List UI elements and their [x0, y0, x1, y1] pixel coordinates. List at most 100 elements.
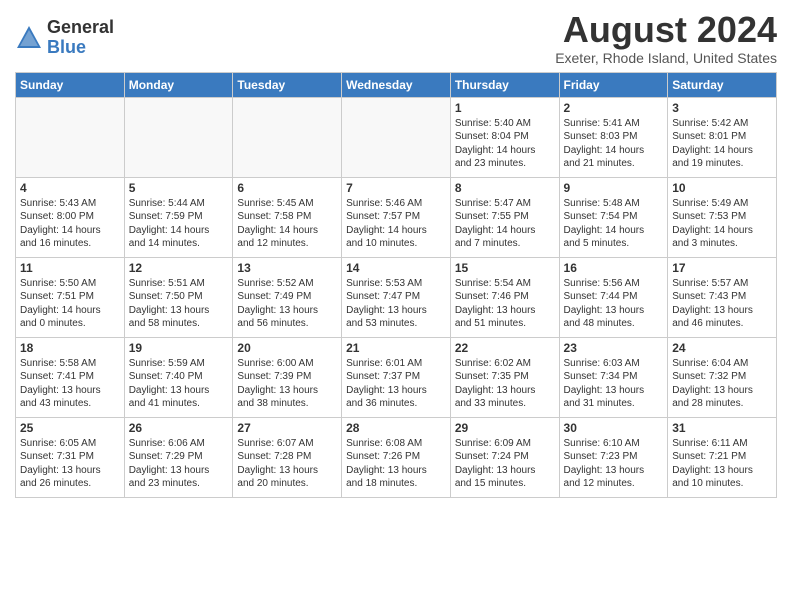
calendar-body: 1 Sunrise: 5:40 AM Sunset: 8:04 PM Daylig… — [16, 97, 777, 497]
cell-content: Sunrise: 5:43 AM Sunset: 8:00 PM Dayligh… — [20, 197, 120, 251]
calendar-cell: 18 Sunrise: 5:58 AM Sunset: 7:41 PM Dayli… — [16, 337, 125, 417]
calendar-cell: 10 Sunrise: 5:49 AM Sunset: 7:53 PM Dayli… — [668, 177, 777, 257]
calendar-cell: 12Sunrise: 5:51 AM Sunset: 7:50 PM Dayli… — [124, 257, 233, 337]
day-number: 26 — [129, 421, 229, 435]
cell-content: Sunrise: 6:00 AM Sunset: 7:39 PM Dayligh… — [237, 357, 337, 411]
day-number: 11 — [20, 261, 120, 275]
day-header-saturday: Saturday — [668, 72, 777, 97]
day-number: 7 — [346, 181, 446, 195]
calendar-cell: 30Sunrise: 6:10 AM Sunset: 7:23 PM Dayli… — [559, 417, 668, 497]
cell-content: Sunrise: 5:58 AM Sunset: 7:41 PM Dayligh… — [20, 357, 120, 411]
week-row-2: 11 Sunrise: 5:50 AM Sunset: 7:51 PM Dayli… — [16, 257, 777, 337]
day-header-tuesday: Tuesday — [233, 72, 342, 97]
calendar-cell: 27 Sunrise: 6:07 AM Sunset: 7:28 PM Dayli… — [233, 417, 342, 497]
calendar-cell: 2 Sunrise: 5:41 AM Sunset: 8:03 PM Daylig… — [559, 97, 668, 177]
cell-content: Sunrise: 6:10 AM Sunset: 7:23 PM Dayligh… — [564, 437, 664, 491]
day-number: 15 — [455, 261, 555, 275]
calendar-header: SundayMondayTuesdayWednesdayThursdayFrid… — [16, 72, 777, 97]
cell-content: Sunrise: 6:05 AM Sunset: 7:31 PM Dayligh… — [20, 437, 120, 491]
day-number: 17 — [672, 261, 772, 275]
calendar-cell: 26 Sunrise: 6:06 AM Sunset: 7:29 PM Dayli… — [124, 417, 233, 497]
calendar-cell: 17 Sunrise: 5:57 AM Sunset: 7:43 PM Dayli… — [668, 257, 777, 337]
calendar-cell: 13 Sunrise: 5:52 AM Sunset: 7:49 PM Dayli… — [233, 257, 342, 337]
cell-content: Sunrise: 5:40 AM Sunset: 8:04 PM Dayligh… — [455, 117, 555, 171]
logo-icon — [15, 24, 43, 52]
day-number: 9 — [564, 181, 664, 195]
day-number: 10 — [672, 181, 772, 195]
cell-content: Sunrise: 5:51 AM Sunset: 7:50 PM Dayligh… — [129, 277, 229, 331]
day-number: 18 — [20, 341, 120, 355]
title-area: August 2024 Exeter, Rhode Island, United… — [555, 10, 777, 66]
cell-content: Sunrise: 5:53 AM Sunset: 7:47 PM Dayligh… — [346, 277, 446, 331]
cell-content: Sunrise: 5:46 AM Sunset: 7:57 PM Dayligh… — [346, 197, 446, 251]
cell-content: Sunrise: 5:47 AM Sunset: 7:55 PM Dayligh… — [455, 197, 555, 251]
calendar-cell: 8 Sunrise: 5:47 AM Sunset: 7:55 PM Daylig… — [450, 177, 559, 257]
calendar-cell: 28Sunrise: 6:08 AM Sunset: 7:26 PM Dayli… — [342, 417, 451, 497]
calendar-cell: 24 Sunrise: 6:04 AM Sunset: 7:32 PM Dayli… — [668, 337, 777, 417]
day-number: 21 — [346, 341, 446, 355]
day-number: 27 — [237, 421, 337, 435]
cell-content: Sunrise: 5:42 AM Sunset: 8:01 PM Dayligh… — [672, 117, 772, 171]
calendar-cell — [233, 97, 342, 177]
calendar-cell: 16 Sunrise: 5:56 AM Sunset: 7:44 PM Dayli… — [559, 257, 668, 337]
day-number: 13 — [237, 261, 337, 275]
calendar-cell: 3 Sunrise: 5:42 AM Sunset: 8:01 PM Daylig… — [668, 97, 777, 177]
logo-general-text: General — [47, 17, 114, 37]
week-row-0: 1 Sunrise: 5:40 AM Sunset: 8:04 PM Daylig… — [16, 97, 777, 177]
day-number: 3 — [672, 101, 772, 115]
cell-content: Sunrise: 6:02 AM Sunset: 7:35 PM Dayligh… — [455, 357, 555, 411]
cell-content: Sunrise: 6:01 AM Sunset: 7:37 PM Dayligh… — [346, 357, 446, 411]
day-number: 1 — [455, 101, 555, 115]
cell-content: Sunrise: 6:03 AM Sunset: 7:34 PM Dayligh… — [564, 357, 664, 411]
day-number: 16 — [564, 261, 664, 275]
cell-content: Sunrise: 6:06 AM Sunset: 7:29 PM Dayligh… — [129, 437, 229, 491]
day-number: 14 — [346, 261, 446, 275]
calendar-cell: 1 Sunrise: 5:40 AM Sunset: 8:04 PM Daylig… — [450, 97, 559, 177]
location: Exeter, Rhode Island, United States — [555, 50, 777, 66]
day-number: 5 — [129, 181, 229, 195]
day-number: 29 — [455, 421, 555, 435]
cell-content: Sunrise: 5:44 AM Sunset: 7:59 PM Dayligh… — [129, 197, 229, 251]
day-number: 2 — [564, 101, 664, 115]
day-number: 24 — [672, 341, 772, 355]
logo-blue-text: Blue — [47, 37, 86, 57]
cell-content: Sunrise: 5:49 AM Sunset: 7:53 PM Dayligh… — [672, 197, 772, 251]
cell-content: Sunrise: 5:41 AM Sunset: 8:03 PM Dayligh… — [564, 117, 664, 171]
day-number: 31 — [672, 421, 772, 435]
calendar-cell: 15Sunrise: 5:54 AM Sunset: 7:46 PM Dayli… — [450, 257, 559, 337]
calendar-cell: 20Sunrise: 6:00 AM Sunset: 7:39 PM Dayli… — [233, 337, 342, 417]
calendar-cell: 31 Sunrise: 6:11 AM Sunset: 7:21 PM Dayli… — [668, 417, 777, 497]
week-row-4: 25 Sunrise: 6:05 AM Sunset: 7:31 PM Dayli… — [16, 417, 777, 497]
day-header-sunday: Sunday — [16, 72, 125, 97]
calendar-cell: 29 Sunrise: 6:09 AM Sunset: 7:24 PM Dayli… — [450, 417, 559, 497]
month-title: August 2024 — [555, 10, 777, 50]
week-row-1: 4Sunrise: 5:43 AM Sunset: 8:00 PM Daylig… — [16, 177, 777, 257]
day-number: 22 — [455, 341, 555, 355]
cell-content: Sunrise: 5:56 AM Sunset: 7:44 PM Dayligh… — [564, 277, 664, 331]
cell-content: Sunrise: 6:09 AM Sunset: 7:24 PM Dayligh… — [455, 437, 555, 491]
cell-content: Sunrise: 6:04 AM Sunset: 7:32 PM Dayligh… — [672, 357, 772, 411]
calendar-cell: 11 Sunrise: 5:50 AM Sunset: 7:51 PM Dayli… — [16, 257, 125, 337]
cell-content: Sunrise: 6:08 AM Sunset: 7:26 PM Dayligh… — [346, 437, 446, 491]
cell-content: Sunrise: 5:48 AM Sunset: 7:54 PM Dayligh… — [564, 197, 664, 251]
cell-content: Sunrise: 5:57 AM Sunset: 7:43 PM Dayligh… — [672, 277, 772, 331]
cell-content: Sunrise: 5:52 AM Sunset: 7:49 PM Dayligh… — [237, 277, 337, 331]
calendar-cell: 21 Sunrise: 6:01 AM Sunset: 7:37 PM Dayli… — [342, 337, 451, 417]
day-number: 8 — [455, 181, 555, 195]
calendar-cell: 4Sunrise: 5:43 AM Sunset: 8:00 PM Daylig… — [16, 177, 125, 257]
calendar-cell — [342, 97, 451, 177]
calendar-table: SundayMondayTuesdayWednesdayThursdayFrid… — [15, 72, 777, 498]
page-header: General Blue August 2024 Exeter, Rhode I… — [15, 10, 777, 66]
day-number: 6 — [237, 181, 337, 195]
day-header-friday: Friday — [559, 72, 668, 97]
calendar-cell: 23Sunrise: 6:03 AM Sunset: 7:34 PM Dayli… — [559, 337, 668, 417]
calendar-cell: 25 Sunrise: 6:05 AM Sunset: 7:31 PM Dayli… — [16, 417, 125, 497]
calendar-cell: 14 Sunrise: 5:53 AM Sunset: 7:47 PM Dayli… — [342, 257, 451, 337]
day-header-monday: Monday — [124, 72, 233, 97]
calendar-cell: 7 Sunrise: 5:46 AM Sunset: 7:57 PM Daylig… — [342, 177, 451, 257]
cell-content: Sunrise: 6:11 AM Sunset: 7:21 PM Dayligh… — [672, 437, 772, 491]
day-number: 25 — [20, 421, 120, 435]
cell-content: Sunrise: 6:07 AM Sunset: 7:28 PM Dayligh… — [237, 437, 337, 491]
cell-content: Sunrise: 5:50 AM Sunset: 7:51 PM Dayligh… — [20, 277, 120, 331]
day-header-wednesday: Wednesday — [342, 72, 451, 97]
